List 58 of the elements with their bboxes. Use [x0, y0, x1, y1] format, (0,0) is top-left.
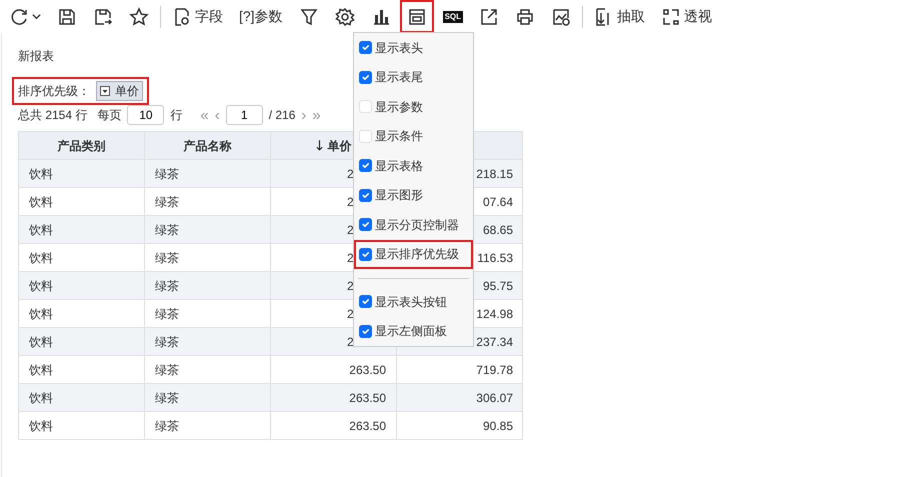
checkbox[interactable]: [359, 41, 372, 54]
checkbox[interactable]: [359, 70, 372, 84]
save-icon: [57, 6, 77, 26]
star-icon: [129, 6, 149, 26]
checkbox[interactable]: [359, 248, 372, 261]
rows-label: 行: [170, 107, 182, 124]
chart-settings-icon: [551, 6, 572, 26]
table-cell: 饮料: [18, 272, 144, 300]
table-cell: 饮料: [18, 160, 144, 188]
table-cell: 饮料: [18, 384, 144, 412]
table-cell: 绿茶: [144, 216, 270, 244]
toolbar-button[interactable]: [?]参数: [232, 0, 290, 33]
per-page-label: 每页: [97, 107, 122, 124]
table-cell: 306.07: [396, 384, 522, 412]
checkbox[interactable]: [359, 324, 372, 338]
refresh-icon: [9, 6, 29, 26]
export-icon: [479, 6, 500, 26]
sql-button[interactable]: SQL: [436, 0, 470, 33]
menu-item[interactable]: 显示排序优先级: [354, 240, 473, 269]
sort-descending-icon: [316, 138, 322, 152]
menu-item[interactable]: 显示表尾: [354, 62, 473, 92]
table-cell: 绿茶: [144, 412, 270, 440]
filter-icon: [298, 6, 319, 26]
table-cell: 饮料: [18, 412, 144, 440]
table-cell: 绿茶: [144, 328, 270, 356]
sort-field-chip[interactable]: 单价: [96, 81, 143, 101]
settings-icon: [334, 6, 355, 26]
page-count-text: / 216: [268, 107, 296, 124]
table-cell: 绿茶: [144, 272, 270, 300]
table-cell: 263.50: [270, 412, 396, 440]
toolbar-button[interactable]: 抽取: [587, 0, 652, 33]
table-cell: 263.50: [270, 384, 396, 412]
toolbar-button[interactable]: 字段: [165, 0, 230, 33]
checkbox[interactable]: [359, 188, 372, 202]
table-cell: 绿茶: [144, 384, 270, 412]
checkbox[interactable]: [359, 295, 372, 308]
checkbox[interactable]: [359, 218, 372, 232]
save-as-icon: [93, 6, 113, 26]
table-cell: 饮料: [18, 328, 144, 356]
menu-item[interactable]: 显示表头: [354, 33, 473, 62]
total-rows-text: 总共 2154 行: [18, 107, 88, 124]
page-size-field[interactable]: 10: [127, 105, 164, 125]
print-icon: [515, 6, 536, 26]
pivot-icon: [661, 6, 682, 26]
report-title: 新报表: [18, 48, 54, 65]
page-number-field[interactable]: 1: [226, 105, 263, 125]
checkbox[interactable]: [359, 159, 372, 172]
table-cell: 90.85: [396, 412, 522, 440]
menu-item[interactable]: 显示参数: [354, 92, 473, 122]
layout-icon: [406, 6, 427, 26]
table-cell: 饮料: [18, 216, 144, 244]
dropdown-icon: [100, 86, 110, 96]
toolbar-button[interactable]: 透视: [654, 0, 720, 33]
table-cell: 绿茶: [144, 160, 270, 188]
sort-priority-label: 排序优先级：: [18, 83, 90, 100]
column-header[interactable]: 产品名称: [144, 132, 270, 160]
column-header[interactable]: 产品类别: [18, 132, 144, 160]
caret-icon: [32, 12, 41, 21]
